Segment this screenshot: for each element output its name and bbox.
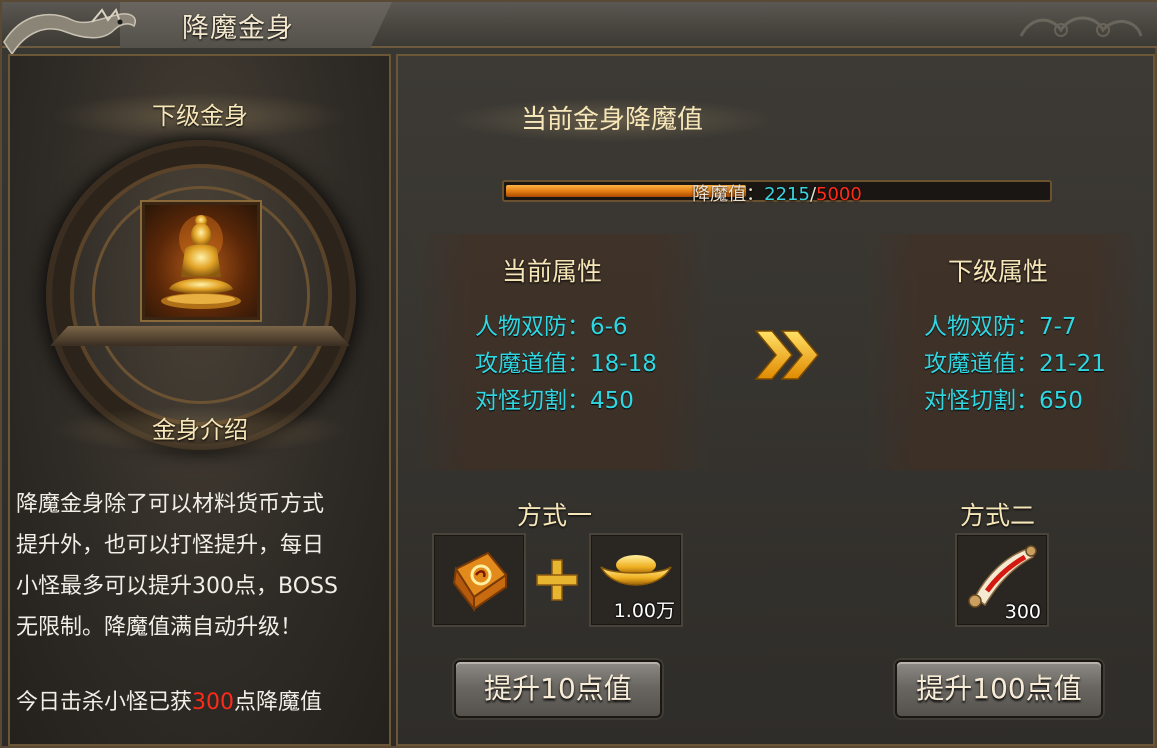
current-attr-row: 人物双防：6-6 bbox=[475, 314, 628, 340]
intro-description: 降魔金身除了可以材料货币方式 提升外，也可以打怪提升，每日 小怪最多可以提升30… bbox=[16, 484, 396, 648]
next-attr-row: 人物双防：7-7 bbox=[924, 314, 1077, 340]
progress-title: 当前金身降魔值 bbox=[447, 98, 777, 142]
gold-ingot-icon bbox=[600, 555, 672, 586]
buddha-icon bbox=[161, 215, 241, 309]
progress-label: 降魔值： bbox=[692, 184, 765, 205]
rune-box-slot[interactable] bbox=[432, 533, 526, 627]
scroll-slot[interactable]: 300 bbox=[955, 533, 1049, 627]
dragon-ornament-icon bbox=[3, 7, 136, 56]
plus-icon bbox=[536, 559, 578, 601]
title-bar[interactable]: 降魔金身 bbox=[2, 2, 1157, 56]
current-attr-title: 当前属性 bbox=[502, 257, 603, 286]
cloud-ornament-icon bbox=[1019, 16, 1143, 37]
gold-ingot-slot[interactable]: 1.00万 bbox=[589, 533, 683, 627]
window-title: 降魔金身 bbox=[182, 13, 294, 44]
progress-current: 2215 bbox=[764, 184, 810, 205]
rune-box-icon bbox=[452, 551, 508, 612]
portrait-shelf bbox=[50, 326, 350, 346]
daily-kill-status: 今日击杀小怪已获300点降魔值 bbox=[16, 684, 322, 716]
game-window: 降魔金身 下级金身 金身介绍 降魔金身除了可以材料货币方式 提升外，也可以打怪提… bbox=[0, 0, 1157, 748]
current-attr-row: 攻魔道值：18-18 bbox=[475, 351, 657, 377]
next-body-header: 下级金身 bbox=[50, 92, 350, 140]
upgrade-100-button[interactable]: 提升100点值 bbox=[895, 660, 1103, 718]
next-attr-row: 对怪切割：650 bbox=[924, 388, 1083, 414]
upgrade-10-button[interactable]: 提升10点值 bbox=[454, 660, 662, 718]
scroll-count: 300 bbox=[1004, 601, 1041, 623]
method-one-title: 方式一 bbox=[517, 501, 593, 530]
demon-value-progress-bar: 降魔值：2215/5000 bbox=[502, 180, 1052, 205]
golden-buddha-portrait bbox=[142, 202, 260, 320]
description-line: 提升外，也可以打怪提升，每日 bbox=[16, 533, 325, 558]
progress-max: 5000 bbox=[816, 184, 862, 205]
gold-ingot-count: 1.00万 bbox=[613, 600, 675, 622]
description-line: 无限制。降魔值满自动升级！ bbox=[16, 615, 303, 640]
description-line: 小怪最多可以提升300点，BOSS bbox=[16, 574, 338, 599]
description-line: 降魔金身除了可以材料货币方式 bbox=[16, 492, 325, 517]
kill-suffix: 点降魔值 bbox=[234, 690, 323, 715]
current-attr-row: 对怪切割：450 bbox=[475, 388, 634, 414]
next-attr-row: 攻魔道值：21-21 bbox=[924, 351, 1106, 377]
left-panel: 下级金身 金身介绍 降魔金身除了可以材料货币方式 提升外，也可以打怪提升，每日 … bbox=[8, 54, 391, 746]
kill-value: 300 bbox=[192, 690, 235, 715]
kill-prefix: 今日击杀小怪已获 bbox=[16, 690, 193, 715]
progress-text: 降魔值：2215/5000 bbox=[504, 180, 1050, 206]
next-attr-title: 下级属性 bbox=[948, 257, 1049, 286]
double-chevron-right-icon bbox=[754, 330, 819, 380]
method-two-title: 方式二 bbox=[960, 501, 1036, 530]
intro-header: 金身介绍 bbox=[50, 406, 350, 454]
